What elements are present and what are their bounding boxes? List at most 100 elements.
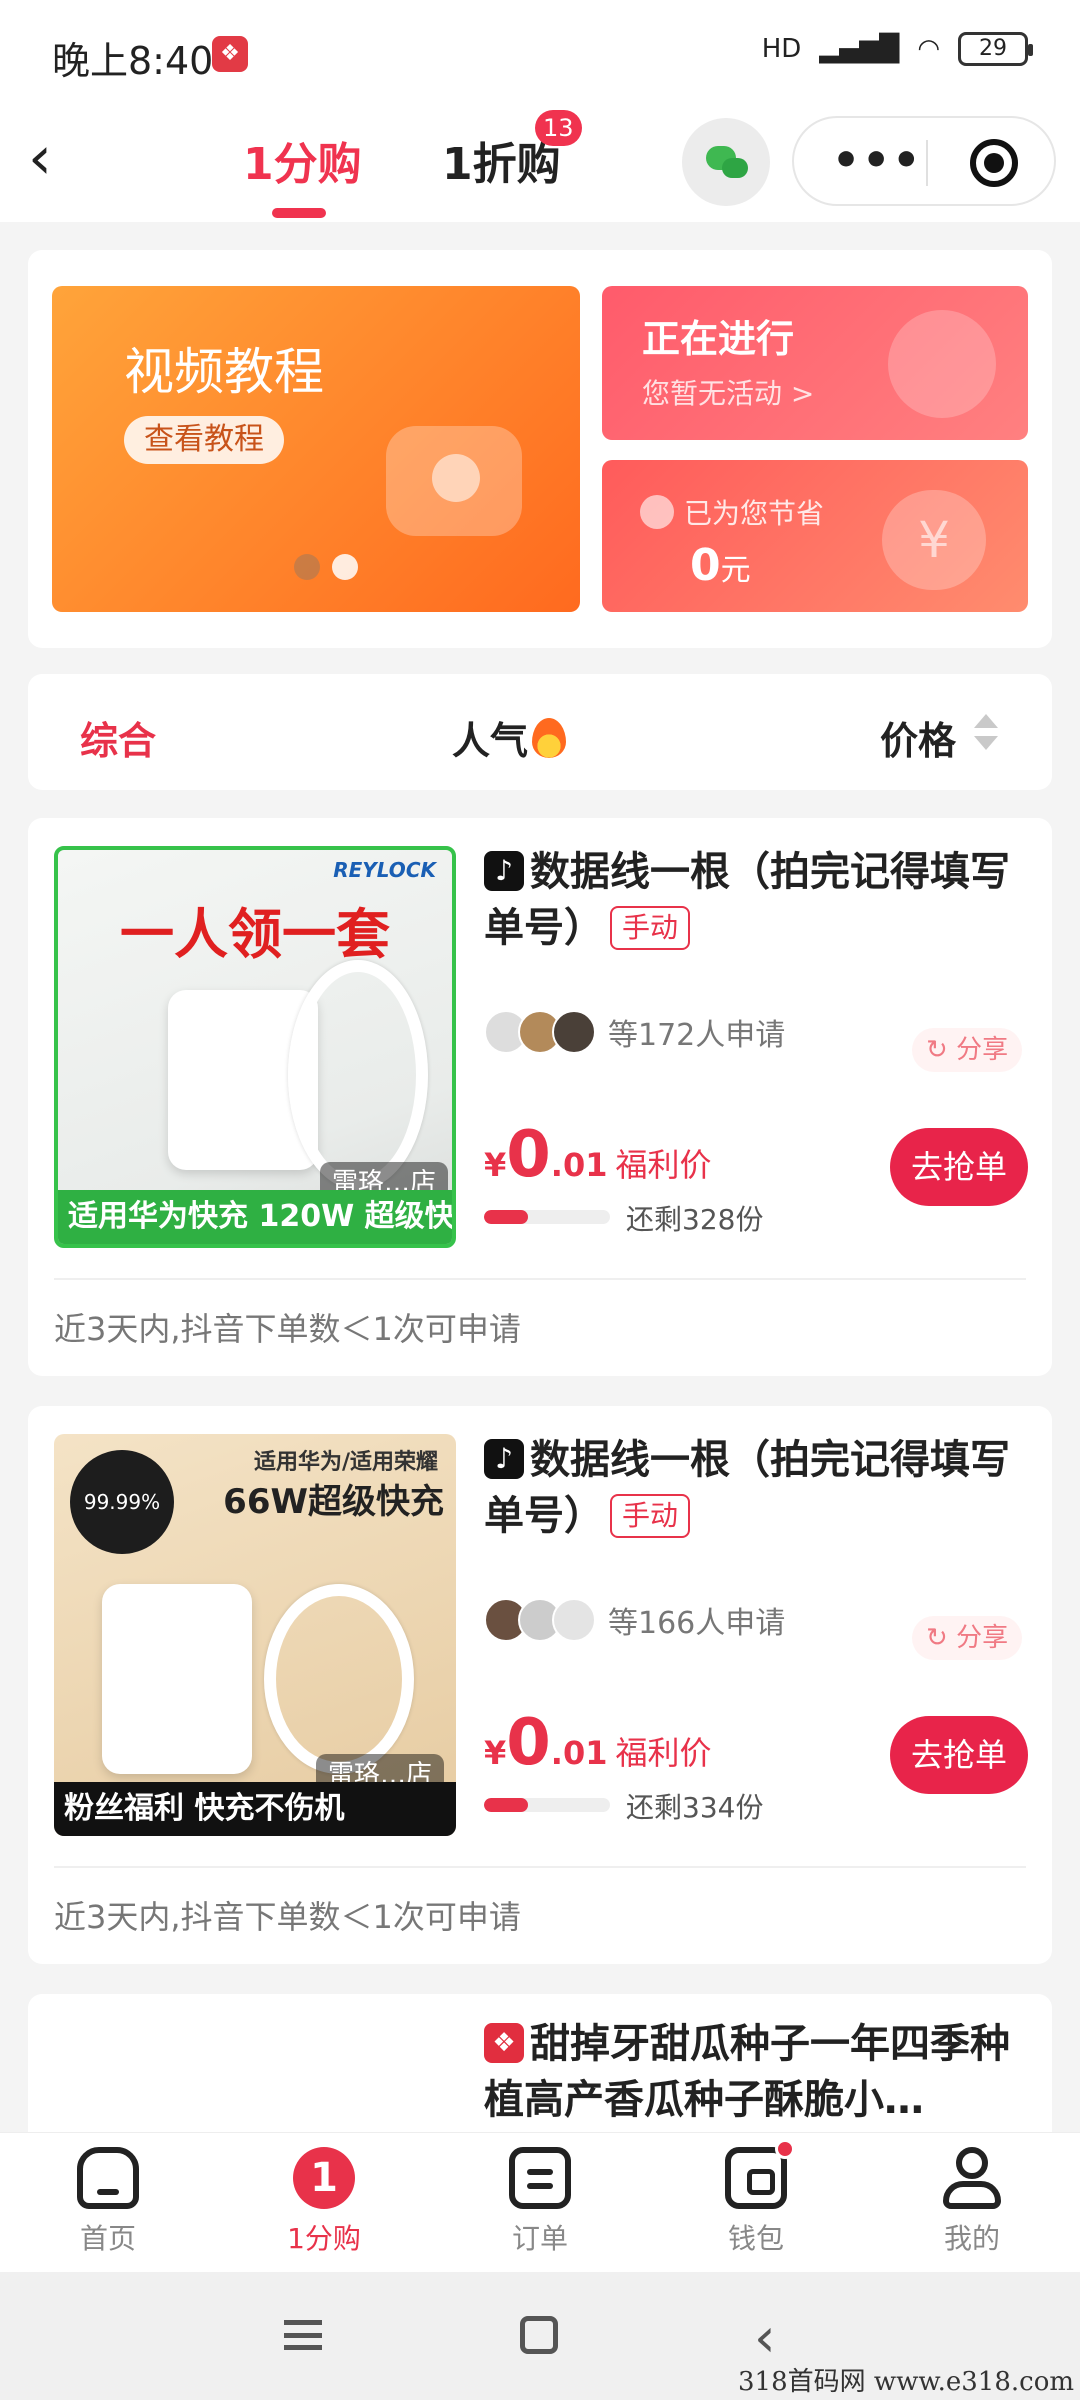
more-icon[interactable]: ••• [832, 136, 922, 186]
profile-icon [941, 2147, 1003, 2209]
savings-value: 0元 [690, 540, 751, 591]
applicants-row: 等166人申请 [484, 1598, 785, 1642]
share-button[interactable]: ↻ 分享 [912, 1028, 1023, 1072]
applicants-count: 等166人申请 [608, 1606, 786, 1641]
banner-section: 视频教程 查看教程 正在进行 您暂无活动 > 已为您节省 0元 ¥ [28, 250, 1052, 648]
thumb-footer: 粉丝福利 快充不伤机 [54, 1782, 456, 1836]
tab-discount-badge: 13 [535, 110, 582, 146]
in-progress-title: 正在进行 [642, 317, 795, 361]
status-time: 晚上8:40 [52, 39, 214, 83]
nav-bar: ‹ 1分购 1折购 13 ••• [0, 106, 1080, 222]
fire-icon [532, 717, 567, 758]
tab-orders-label: 订单 [511, 2222, 568, 2255]
thumb-headline: 一人领一套 [120, 903, 390, 966]
user-icon [640, 495, 674, 529]
tab-home[interactable]: 首页 [38, 2147, 178, 2267]
product-card[interactable]: REYLOCK 一人领一套 雷珞…店 适用华为快充 120W 超级快充 数据线一… [28, 818, 1052, 1376]
douyin-icon [484, 851, 524, 891]
cable-graphic [288, 960, 428, 1190]
signal-bars-icon: ▂▄▆█ [819, 34, 900, 64]
product-title-text: 甜掉牙甜瓜种子一年四季种植高产香瓜种子酥脆小… [484, 2021, 1010, 2123]
eligibility-condition: 近3天内,抖音下单数＜1次可申请 [54, 1310, 521, 1348]
brand-logo: REYLOCK [333, 858, 436, 882]
product-title-text: 数据线一根（拍完记得填写单号） [484, 849, 1010, 951]
tab-wallet[interactable]: 钱包 [686, 2139, 826, 2267]
stock-progress-fill [484, 1210, 529, 1224]
savings-label: 已为您节省 [684, 497, 825, 530]
tab-profile[interactable]: 我的 [902, 2147, 1042, 2267]
charger-graphic [102, 1584, 252, 1774]
grab-order-button[interactable]: 去抢单 [890, 1716, 1028, 1794]
tab-wallet-label: 钱包 [727, 2222, 784, 2255]
tab-one-cent[interactable]: 1分购 [243, 128, 362, 192]
product-image[interactable]: 99.99% 适用华为/适用荣耀 66W超级快充 雷珞…店 粉丝福利 快充不伤机 [54, 1434, 456, 1836]
watermark: 318首码网 www.e318.com [738, 2367, 1074, 2397]
video-tutorial-card[interactable]: 视频教程 查看教程 [52, 286, 580, 612]
active-tab-indicator [272, 208, 326, 218]
savings-unit: 元 [720, 553, 751, 588]
status-bar: 晚上8:40 ❖ HD ▂▄▆█ ◠ 29 [0, 0, 1080, 106]
product-title-text: 数据线一根（拍完记得填写单号） [484, 1437, 1010, 1539]
price-symbol: ¥ [484, 1734, 507, 1772]
eligibility-condition: 近3天内,抖音下单数＜1次可申请 [54, 1898, 521, 1936]
thumb-headline: 66W超级快充 [223, 1482, 444, 1522]
sort-comprehensive[interactable]: 综合 [80, 710, 156, 765]
back-icon[interactable]: ‹ [28, 128, 88, 190]
remaining-count: 还剩328份 [626, 1203, 764, 1236]
sort-popularity-label: 人气 [452, 719, 529, 763]
in-progress-card[interactable]: 正在进行 您暂无活动 > [602, 286, 1028, 440]
mini-program-capsule: ••• [792, 116, 1056, 206]
alarm-clock-icon [888, 310, 996, 418]
douyin-icon [484, 1439, 524, 1479]
share-label: 分享 [956, 1035, 1009, 1065]
in-progress-subtitle: 您暂无活动 > [642, 377, 815, 410]
sort-bar: 综合 人气 价格 [28, 674, 1052, 790]
close-target-icon[interactable] [970, 139, 1018, 187]
yuan-coin-icon: ¥ [882, 490, 986, 590]
sort-arrows-icon[interactable] [974, 714, 998, 754]
pinduoduo-icon [484, 2023, 524, 2063]
manual-tag: 手动 [610, 1494, 691, 1538]
thumb-subtitle: 适用华为/适用荣耀 [253, 1450, 438, 1475]
sort-popularity[interactable]: 人气 [452, 710, 567, 765]
signal-icon: HD [761, 34, 802, 64]
share-button[interactable]: ↻ 分享 [912, 1616, 1023, 1660]
tab-home-label: 首页 [79, 2222, 136, 2255]
wechat-icon[interactable] [682, 118, 770, 206]
cable-graphic [264, 1584, 414, 1774]
thumb-footer: 适用华为快充 120W 超级快充 [58, 1190, 452, 1244]
price: ¥0.01 福利价 [484, 1118, 712, 1192]
carousel-dot[interactable] [332, 554, 358, 580]
capsule-divider [926, 140, 928, 186]
video-tutorial-title: 视频教程 [124, 343, 324, 401]
product-title: 甜掉牙甜瓜种子一年四季种植高产香瓜种子酥脆小… [484, 2016, 1044, 2128]
applicants-row: 等172人申请 [484, 1010, 785, 1054]
share-icon: ↻ [926, 1623, 957, 1653]
price-integer: 0 [506, 1118, 551, 1192]
bottom-tab-bar: 首页 1 1分购 订单 钱包 我的 [0, 2132, 1080, 2272]
view-tutorial-button[interactable]: 查看教程 [124, 416, 284, 464]
sort-price[interactable]: 价格 [880, 710, 956, 765]
home-button-icon[interactable] [520, 2316, 558, 2354]
stock-progress-bar [484, 1210, 610, 1224]
price: ¥0.01 福利价 [484, 1706, 712, 1780]
price-label: 福利价 [615, 1146, 712, 1184]
order-icon [509, 2147, 571, 2209]
product-card[interactable]: 甜掉牙甜瓜种子一年四季种植高产香瓜种子酥脆小… [28, 1994, 1052, 2134]
price-integer: 0 [506, 1706, 551, 1780]
tab-profile-label: 我的 [943, 2222, 1000, 2255]
avatar [552, 1010, 596, 1054]
grab-order-button[interactable]: 去抢单 [890, 1128, 1028, 1206]
tab-orders[interactable]: 订单 [470, 2147, 610, 2267]
applicants-count: 等172人申请 [608, 1018, 786, 1053]
system-back-icon[interactable]: ‹ [754, 2306, 776, 2369]
product-image[interactable]: REYLOCK 一人领一套 雷珞…店 适用华为快充 120W 超级快充 [54, 846, 456, 1248]
savings-card[interactable]: 已为您节省 0元 ¥ [602, 460, 1028, 612]
tab-one-cent-bottom[interactable]: 1 1分购 [254, 2147, 394, 2267]
system-navigation-bar: ‹ 318首码网 www.e318.com [0, 2272, 1080, 2400]
price-decimal: .01 [550, 1734, 608, 1772]
menu-icon[interactable] [284, 2320, 322, 2350]
carousel-dot[interactable] [294, 554, 320, 580]
status-icons: HD ▂▄▆█ ◠ 29 [761, 32, 1033, 66]
product-card[interactable]: 99.99% 适用华为/适用荣耀 66W超级快充 雷珞…店 粉丝福利 快充不伤机… [28, 1406, 1052, 1964]
